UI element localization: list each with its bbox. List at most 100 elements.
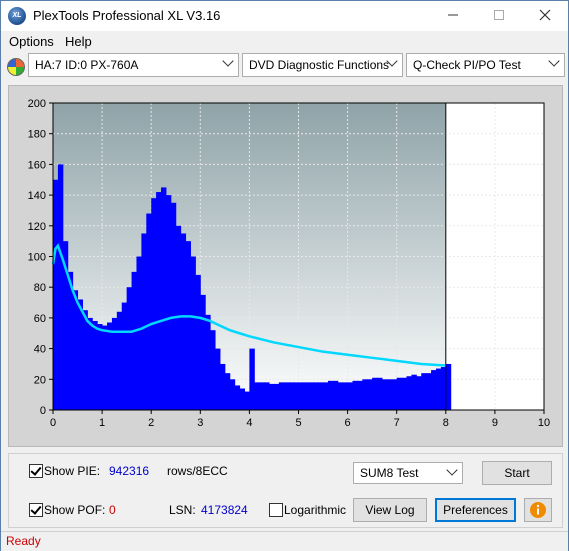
pie-bar — [121, 302, 128, 410]
title-bar: XL PlexTools Professional XL V3.16 — [1, 1, 568, 31]
x-tick-label: 0 — [50, 417, 56, 429]
pie-bar — [224, 373, 231, 410]
x-tick-label: 2 — [148, 417, 154, 429]
pie-bar — [273, 383, 280, 410]
y-tick-label: 180 — [28, 129, 46, 141]
pie-bar — [362, 379, 368, 410]
y-tick-label: 140 — [28, 190, 46, 202]
pie-bar — [210, 330, 216, 410]
x-tick-label: 4 — [246, 417, 252, 429]
maximize-button[interactable] — [476, 1, 522, 31]
y-tick-label: 200 — [28, 98, 46, 110]
pie-bar — [386, 379, 393, 410]
pie-bar — [313, 382, 319, 410]
test-select[interactable]: Q-Check PI/PO Test — [406, 53, 565, 77]
pie-bar — [269, 383, 275, 410]
pie-bar — [82, 310, 88, 410]
pie-bar — [293, 382, 299, 410]
sum-test-value: SUM8 Test — [360, 466, 419, 480]
pie-bar — [205, 314, 211, 410]
pie-bar — [445, 363, 452, 410]
close-icon — [539, 9, 551, 21]
y-axis-ticks: 0 20 40 60 80 100 120 140 160 180 200 — [28, 98, 53, 417]
pie-bar — [165, 195, 172, 410]
pie-bar — [327, 380, 334, 410]
show-pof-label: Show POF: — [44, 503, 106, 517]
x-tick-label: 1 — [99, 417, 105, 429]
pie-bar — [332, 380, 339, 410]
x-tick-label: 10 — [538, 417, 550, 429]
pie-bar — [431, 370, 437, 410]
pie-bar — [116, 311, 123, 410]
pie-bar — [367, 379, 373, 410]
minimize-icon — [448, 14, 458, 16]
status-text: Ready — [6, 534, 41, 548]
x-axis-ticks: 0 1 2 3 4 5 6 7 8 9 10 — [50, 410, 550, 429]
pie-bar — [264, 382, 270, 410]
info-button[interactable] — [524, 498, 552, 522]
pie-bar — [244, 391, 250, 410]
pie-bar — [342, 382, 349, 410]
pie-bar — [102, 325, 108, 410]
close-button[interactable] — [522, 1, 568, 31]
view-log-button[interactable]: View Log — [353, 498, 427, 522]
y-tick-label: 40 — [34, 344, 46, 356]
chart-panel: 0 1 2 3 4 5 6 7 8 9 10 0 20 40 60 80 100 120 140 160 180 200 — [8, 85, 563, 447]
logarithmic-label: Logarithmic — [284, 503, 347, 517]
x-tick-label: 7 — [394, 417, 400, 429]
pie-bar — [92, 320, 98, 410]
drive-select[interactable]: HA:7 ID:0 PX-760A — [28, 53, 239, 77]
x-tick-label: 3 — [197, 417, 203, 429]
lsn-value: 4173824 — [201, 503, 248, 517]
y-tick-label: 60 — [34, 313, 46, 325]
pie-bar — [57, 164, 64, 410]
pie-bar — [435, 368, 442, 410]
pie-bar — [381, 379, 388, 410]
x-tick-label: 5 — [295, 417, 301, 429]
app-window: XL PlexTools Professional XL V3.16 Optio… — [0, 0, 569, 551]
pie-bar — [234, 385, 241, 410]
preferences-button[interactable]: Preferences — [435, 498, 516, 522]
controls-panel: Show PIE: 942316 rows/8ECC Show POF: 0 L… — [8, 453, 563, 528]
pie-bar — [318, 382, 324, 410]
pie-bar — [156, 192, 162, 410]
menu-options[interactable]: Options — [9, 34, 54, 49]
pie-value: 942316 — [109, 464, 150, 478]
pie-bar — [283, 382, 290, 410]
x-tick-label: 8 — [443, 417, 449, 429]
pie-bar — [136, 256, 142, 410]
pie-bar — [416, 376, 422, 410]
pie-bar — [337, 382, 344, 410]
pie-bar — [185, 241, 191, 410]
pie-bar — [97, 324, 103, 410]
menu-bar: Options Help — [1, 31, 568, 51]
start-button[interactable]: Start — [482, 461, 552, 485]
menu-help[interactable]: Help — [65, 34, 92, 49]
pie-bar — [77, 299, 83, 410]
pie-bar — [259, 382, 265, 410]
function-select[interactable]: DVD Diagnostic Functions — [242, 53, 403, 77]
pie-bar — [303, 382, 309, 410]
pie-bar — [308, 382, 314, 410]
pie-bar — [357, 380, 363, 410]
function-select-value: DVD Diagnostic Functions — [249, 58, 390, 72]
pie-bar — [254, 382, 260, 410]
minimize-button[interactable] — [430, 1, 476, 31]
pie-bar — [195, 274, 201, 410]
pie-bar — [406, 376, 412, 410]
pie-bar — [107, 322, 113, 410]
logarithmic-checkbox[interactable] — [269, 503, 283, 517]
show-pie-checkbox[interactable] — [29, 464, 43, 478]
pie-bar — [391, 379, 398, 410]
pie-bar — [288, 382, 295, 410]
chevron-down-icon — [222, 55, 234, 67]
show-pof-checkbox[interactable] — [29, 503, 43, 517]
sum-test-select[interactable]: SUM8 Test — [353, 462, 463, 484]
pie-bar — [215, 348, 221, 410]
pie-bar — [426, 373, 432, 410]
chevron-down-icon — [446, 464, 458, 476]
test-select-value: Q-Check PI/PO Test — [413, 58, 521, 72]
pie-bar — [151, 198, 157, 410]
pie-bar — [72, 290, 79, 410]
y-tick-label: 100 — [28, 252, 46, 264]
